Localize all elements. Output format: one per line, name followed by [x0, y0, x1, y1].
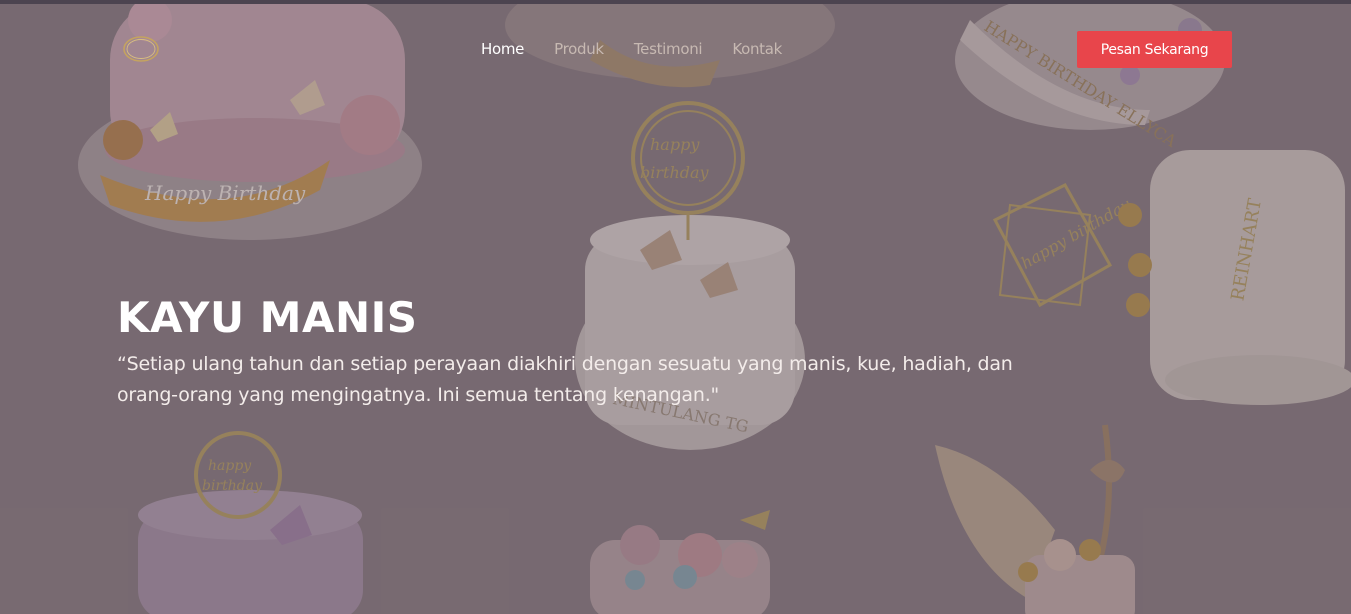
hero-title: KAYU MANIS	[117, 293, 418, 342]
nav-menu: Home Produk Testimoni Kontak	[481, 40, 782, 58]
hero-quote: “Setiap ulang tahun dan setiap perayaan …	[117, 353, 1013, 406]
logo-ring-icon[interactable]	[122, 35, 160, 63]
order-now-button[interactable]: Pesan Sekarang	[1077, 31, 1232, 68]
top-border	[0, 0, 1351, 4]
page: Happy Birthday HAPPY BIRTHDAY ELLYCA hap…	[0, 0, 1351, 614]
nav-link-produk[interactable]: Produk	[554, 40, 604, 58]
hero-section: KAYU MANIS “Setiap ulang tahun dan setia…	[117, 293, 1027, 411]
nav-link-kontak[interactable]: Kontak	[732, 40, 782, 58]
nav-link-home[interactable]: Home	[481, 40, 524, 58]
nav-link-testimoni[interactable]: Testimoni	[634, 40, 703, 58]
navbar: Home Produk Testimoni Kontak Pesan Sekar…	[0, 4, 1351, 94]
